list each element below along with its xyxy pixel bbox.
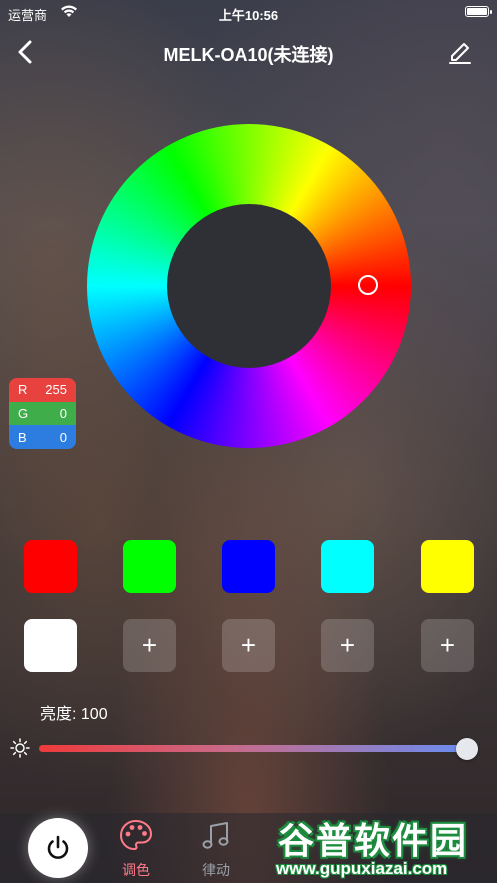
preset-red[interactable] (24, 540, 77, 593)
blue-label: B (18, 429, 27, 445)
battery-tip (490, 10, 492, 14)
power-icon (47, 835, 69, 859)
nav-bar: MELK-OA10(未连接) (0, 30, 497, 74)
preset-yellow[interactable] (421, 540, 474, 593)
preset-cyan[interactable] (321, 540, 374, 593)
status-bar: 运营商 上午10:56 (0, 0, 497, 26)
status-time: 上午10:56 (218, 8, 279, 23)
tab-color-label: 调色 (122, 862, 150, 878)
sun-icon (10, 738, 30, 758)
blue-value: 0 (59, 429, 67, 445)
watermark-title: 谷普软件园 (278, 820, 469, 861)
watermark: 谷普软件园 www.gupuxiazai.com (272, 812, 497, 883)
pencil-icon (449, 43, 471, 64)
edit-button[interactable] (445, 36, 475, 66)
battery-icon (465, 6, 489, 17)
preset-white[interactable] (24, 619, 77, 672)
green-label: G (18, 405, 29, 421)
preset-green[interactable] (123, 540, 176, 593)
add-preset-button[interactable]: + (321, 619, 374, 672)
add-preset-button[interactable]: + (222, 619, 275, 672)
tab-rhythm[interactable]: 律动 (186, 818, 246, 880)
watermark-url: www.gupuxiazai.com (276, 859, 448, 878)
palette-icon (118, 818, 154, 854)
preset-blue[interactable] (222, 540, 275, 593)
tab-color[interactable]: 调色 (106, 818, 166, 880)
brightness-slider[interactable] (39, 745, 467, 752)
tab-rhythm-label: 律动 (202, 862, 230, 878)
red-value: 255 (45, 382, 67, 398)
app-screen: 运营商 上午10:56 MELK-OA10(未连接) R 255 G 0 B 0… (0, 0, 497, 883)
power-button[interactable] (28, 818, 88, 878)
page-title: MELK-OA10(未连接) (163, 45, 334, 65)
color-picker-handle[interactable] (358, 275, 378, 295)
blue-row: B 0 (9, 425, 76, 449)
rgb-readout: R 255 G 0 B 0 (9, 378, 76, 449)
brightness-slider-thumb[interactable] (456, 738, 478, 760)
add-preset-button[interactable]: + (123, 619, 176, 672)
red-row: R 255 (9, 378, 76, 402)
brightness-label: 亮度: 100 (40, 706, 108, 723)
green-row: G 0 (9, 401, 76, 426)
wheel-center (167, 204, 331, 368)
green-value: 0 (59, 405, 67, 421)
add-preset-button[interactable]: + (421, 619, 474, 672)
red-label: R (18, 382, 28, 398)
music-note-icon (198, 818, 234, 854)
color-wheel[interactable] (87, 124, 411, 448)
